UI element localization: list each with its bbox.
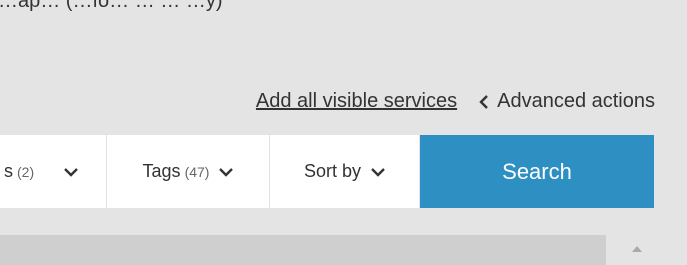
- chevron-down-icon: [219, 167, 234, 177]
- filter-toolbar: s (2) Tags (47) Sort by Search: [0, 135, 654, 208]
- chevron-down-icon: [64, 167, 78, 177]
- sort-by-label: Sort by: [303, 161, 362, 181]
- filter-count: (2): [17, 163, 35, 180]
- tags-label: Tags: [142, 161, 181, 181]
- sort-by-dropdown[interactable]: Sort by: [270, 135, 420, 208]
- tags-dropdown[interactable]: Tags (47): [107, 135, 270, 208]
- scroll-up-arrow-icon[interactable]: [626, 236, 648, 262]
- advanced-actions-label: Advanced actions: [497, 90, 655, 112]
- tags-count: (47): [184, 163, 210, 180]
- chevron-left-icon: [479, 94, 489, 109]
- filter-dropdown-partial[interactable]: s (2): [0, 135, 107, 208]
- advanced-actions-toggle[interactable]: Advanced actions: [479, 90, 655, 113]
- filter-label: s: [4, 161, 13, 181]
- top-cropped-text: …ap… (…fo… … … …y): [0, 0, 223, 12]
- actions-row: Add all visible services Advanced action…: [256, 90, 655, 113]
- search-button[interactable]: Search: [420, 135, 654, 208]
- add-all-visible-services-link[interactable]: Add all visible services: [256, 90, 457, 113]
- results-bar: [0, 235, 606, 265]
- chevron-down-icon: [371, 167, 385, 177]
